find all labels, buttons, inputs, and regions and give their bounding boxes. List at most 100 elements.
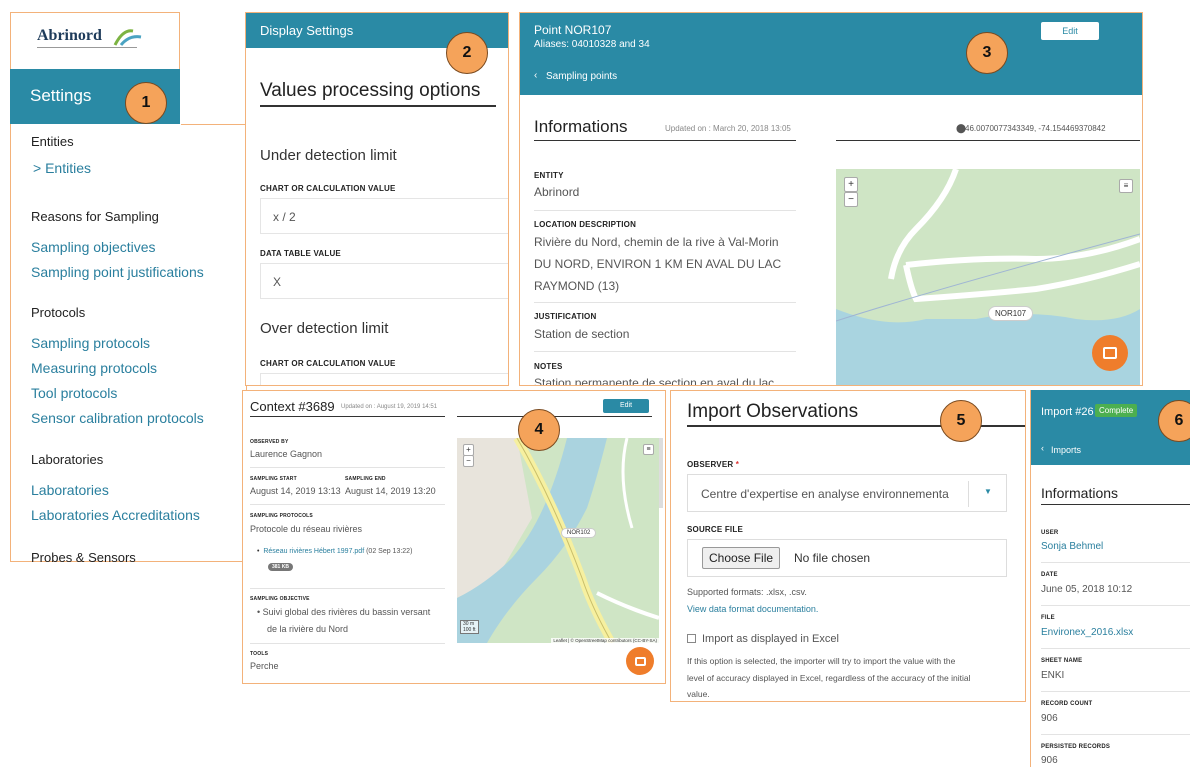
callout-badge-4: 4 [518,409,560,451]
nav-item-sensor-calibration-protocols[interactable]: Sensor calibration protocols [31,410,204,426]
record-count-value: 906 [1041,713,1058,724]
nav-item-laboratories[interactable]: Laboratories [31,482,200,507]
notes-label: NOTES [534,362,563,371]
protocol-file-link[interactable]: Réseau rivières Hébert 1997.pdf [263,548,364,555]
map-scale: 30 m 100 ft [460,620,479,634]
user-label: USER [1041,530,1059,536]
chart-value-label-2: CHART OR CALCULATION VALUE [260,359,396,368]
point-edit-button[interactable]: Edit [1041,22,1099,40]
location-line-3: RAYMOND (13) [534,279,620,293]
nav-heading: Entities [31,134,74,149]
values-processing-title: Values processing options [260,80,481,101]
map-marker-nor102[interactable]: NOR102 [561,528,597,538]
objective-line-2: de la rivière du Nord [267,624,349,634]
point-aliases: Aliases: 04010328 and 34 [534,39,650,50]
help-line-2: level of accuracy displayed in Excel, re… [687,673,971,683]
back-imports-link[interactable]: Imports [1051,445,1081,455]
back-sampling-points-link[interactable]: Sampling points [546,71,617,82]
map-zoom-out-button[interactable]: − [844,192,858,207]
point-title: Point NOR107 [534,23,612,37]
sampling-end-label: SAMPLING END [345,476,386,482]
supported-formats: Supported formats: .xlsx, .csv. [687,587,807,597]
observer-select[interactable]: Centre d'expertise en analyse environnem… [687,474,1007,512]
scrollbar[interactable] [659,438,663,508]
date-value: June 05, 2018 10:12 [1041,584,1133,595]
import-title: Import Observations [687,401,859,422]
sheet-name-label: SHEET NAME [1041,658,1083,664]
date-label: DATE [1041,572,1058,578]
context-map[interactable]: + − ≡ NOR102 30 m 100 ft Leaflet | © Ope… [457,438,659,643]
chevron-left-icon: ‹ [1041,443,1044,453]
notes-value: Station permanente de section en aval du… [534,376,775,386]
callout-badge-5: 5 [940,400,982,442]
help-line-1: If this option is selected, the importer… [687,656,956,666]
nav-heading: Probes & Sensors [31,550,136,562]
point-map[interactable]: + − ≡ NOR107 [836,169,1140,385]
nav-section-reasons: Reasons for Sampling Sampling objectives… [31,209,204,280]
record-count-label: RECORD COUNT [1041,701,1093,707]
chart-value-field-2[interactable] [260,373,508,385]
context-panel: Context #3689 Updated on : August 19, 20… [242,390,666,684]
sampling-objective-label: SAMPLING OBJECTIVE [250,596,310,602]
justification-label: JUSTIFICATION [534,312,597,321]
observed-by-value: Laurence Gagnon [250,449,323,459]
logo-leaf-icon [113,29,142,46]
nav-item-entities[interactable]: > Entities [31,160,91,176]
nav-item-tool-protocols[interactable]: Tool protocols [31,385,204,410]
chart-value-field[interactable]: x / 2 [260,198,508,234]
point-info-title: Informations [534,117,628,136]
observer-selected-value: Centre d'expertise en analyse environnem… [701,487,949,501]
source-file-input[interactable]: Choose File No file chosen [687,539,1007,577]
chat-icon [1103,347,1117,359]
data-format-doc-link[interactable]: View data format documentation. [687,604,818,614]
sampling-start-value: August 14, 2019 13:13 [250,486,341,496]
complete-status-badge: Complete [1095,404,1138,417]
protocol-file-item: • Réseau rivières Hébert 1997.pdf (02 Se… [257,548,413,555]
import-detail-panel: Import #26 Complete ‹ Imports Informatio… [1030,390,1190,767]
context-zoom-out-button[interactable]: − [463,455,474,467]
file-label: FILE [1041,615,1055,621]
nav-item-sampling-objectives[interactable]: Sampling objectives [31,239,204,264]
table-value-text: X [273,275,282,289]
table-value-label: DATA TABLE VALUE [260,249,341,258]
import-excel-checkbox[interactable] [687,634,696,643]
import-detail-title: Import #26 [1041,406,1094,418]
map-attribution: Leaflet | © OpenStreetMap contributors (… [551,638,659,643]
point-updated: Updated on : March 20, 2018 13:05 [665,124,791,133]
source-file-label: SOURCE FILE [687,525,743,534]
file-link[interactable]: Environex_2016.xlsx [1041,627,1133,638]
context-chat-button[interactable] [626,647,654,675]
sampling-end-value: August 14, 2019 13:20 [345,486,436,496]
chat-button[interactable] [1092,335,1128,371]
no-file-text: No file chosen [794,551,871,565]
context-updated: Updated on : August 19, 2019 14:51 [341,404,438,410]
context-layers-icon[interactable]: ≡ [643,444,654,455]
choose-file-button[interactable]: Choose File [702,547,781,569]
nav-item-laboratories-accreditations[interactable]: Laboratories Accreditations [31,507,200,523]
persisted-records-value: 906 [1041,755,1058,766]
chevron-left-icon: ‹ [534,70,538,81]
location-label: LOCATION DESCRIPTION [534,220,637,229]
chart-value-text: x / 2 [273,210,296,224]
nav-item-sampling-point-justifications[interactable]: Sampling point justifications [31,264,204,280]
nav-item-sampling-protocols[interactable]: Sampling protocols [31,335,204,360]
table-value-field[interactable]: X [260,263,508,299]
map-zoom-in-button[interactable]: + [844,177,858,192]
sampling-start-label: SAMPLING START [250,476,297,482]
sampling-protocols-label: SAMPLING PROTOCOLS [250,513,313,519]
objective-line-1: • Suivi global des rivières du bassin ve… [257,607,431,617]
nav-heading: Reasons for Sampling [31,209,159,224]
callout-badge-1: 1 [125,82,167,124]
map-marker-nor107[interactable]: NOR107 [988,306,1034,321]
map-layers-icon[interactable]: ≡ [1119,179,1133,193]
display-header-title: Display Settings [260,23,354,38]
persisted-records-label: PERSISTED RECORDS [1041,744,1111,750]
context-edit-button[interactable]: Edit [603,399,649,413]
point-panel: Point NOR107 Aliases: 04010328 and 34 ‹ … [519,12,1143,386]
nav-section-laboratories: Laboratories Laboratories Laboratories A… [31,452,200,523]
user-link[interactable]: Sonja Behmel [1041,541,1103,552]
chart-value-label: CHART OR CALCULATION VALUE [260,184,396,193]
nav-heading: Protocols [31,305,86,320]
nav-item-measuring-protocols[interactable]: Measuring protocols [31,360,204,385]
callout-badge-2: 2 [446,32,488,74]
